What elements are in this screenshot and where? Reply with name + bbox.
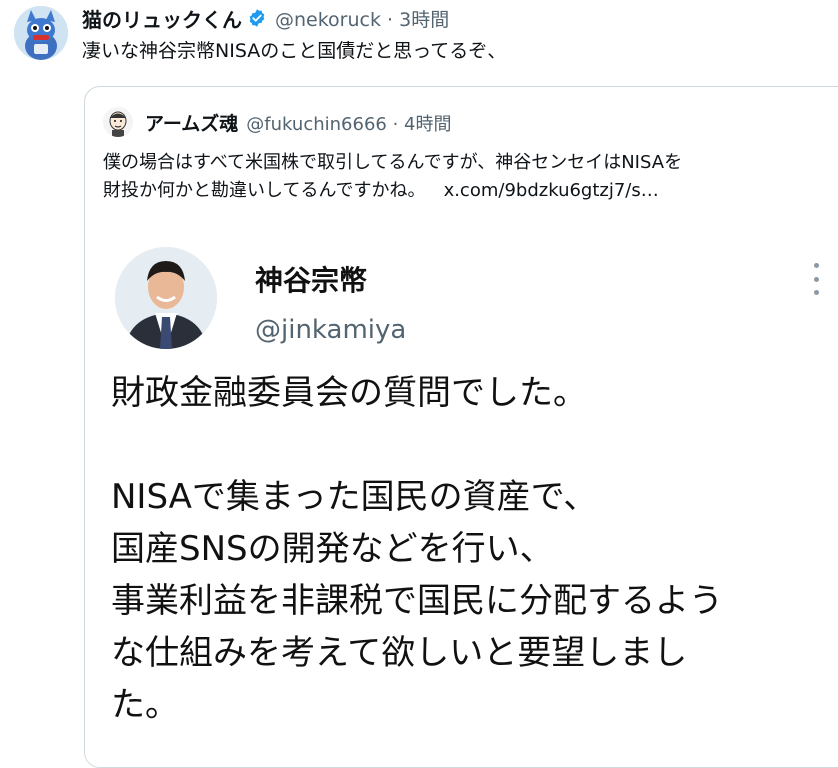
more-options-icon — [811, 263, 821, 295]
quote-link[interactable]: x.com/9bdzku6gtzj7/s… — [444, 180, 659, 201]
image-text-line: な仕組みを考えて欲しいと要望しまし — [111, 633, 688, 673]
quote-header: アームズ魂 @fukuchin6666 · 4時間 — [145, 109, 451, 136]
quote-text: 僕の場合はすべて米国株で取引してるんですが、神谷センセイはNISAを 財投か何か… — [103, 149, 838, 205]
quote-tweet-card[interactable]: アームズ魂 @fukuchin6666 · 4時間 僕の場合はすべて米国株で取引… — [84, 86, 838, 768]
quote-author-avatar[interactable] — [103, 107, 133, 137]
tweet-text: 凄いな神谷宗幣NISAのこと国債だと思ってるぞ、 — [82, 40, 507, 62]
image-author-name: 神谷宗幣 — [255, 264, 368, 297]
image-author-avatar — [115, 247, 217, 349]
tweet-header: 猫のリュックくん @nekoruck · 3時間 — [82, 4, 449, 32]
quote-author-handle-time[interactable]: @fukuchin6666 · 4時間 — [246, 110, 451, 136]
image-text-line: 国産SNSの開発などを行い、 — [111, 529, 554, 569]
image-text-line: 財政金融委員会の質問でした。 — [111, 373, 587, 413]
quote-author-name[interactable]: アームズ魂 — [145, 109, 238, 136]
author-avatar[interactable] — [14, 6, 68, 60]
image-author-handle: @jinkamiya — [255, 315, 407, 345]
quote-text-line: 僕の場合はすべて米国株で取引してるんですが、神谷センセイはNISAを — [103, 152, 683, 173]
quote-text-line-2: 財投か何かと勘違いしてるんですかね。 — [103, 180, 426, 201]
image-text-line: NISAで集まった国民の資産で、 — [111, 477, 598, 517]
image-text-line: 事業利益を非課税で国民に分配するよう — [111, 581, 723, 621]
author-handle-time[interactable]: @nekoruck · 3時間 — [275, 5, 449, 32]
image-text-line — [111, 419, 838, 471]
image-text-line: た。 — [111, 685, 179, 725]
quote-attached-image[interactable]: 神谷宗幣 @jinkamiya 財政金融委員会の質問でした。 NISAで集まった… — [85, 237, 838, 767]
verified-badge-icon — [249, 9, 265, 27]
quote-text-line: 財投か何かと勘違いしてるんですかね。 x.com/9bdzku6gtzj7/s… — [103, 177, 838, 205]
author-name[interactable]: 猫のリュックくん — [82, 4, 242, 33]
image-tweet-text: 財政金融委員会の質問でした。 NISAで集まった国民の資産で、 国産SNSの開発… — [111, 367, 838, 731]
